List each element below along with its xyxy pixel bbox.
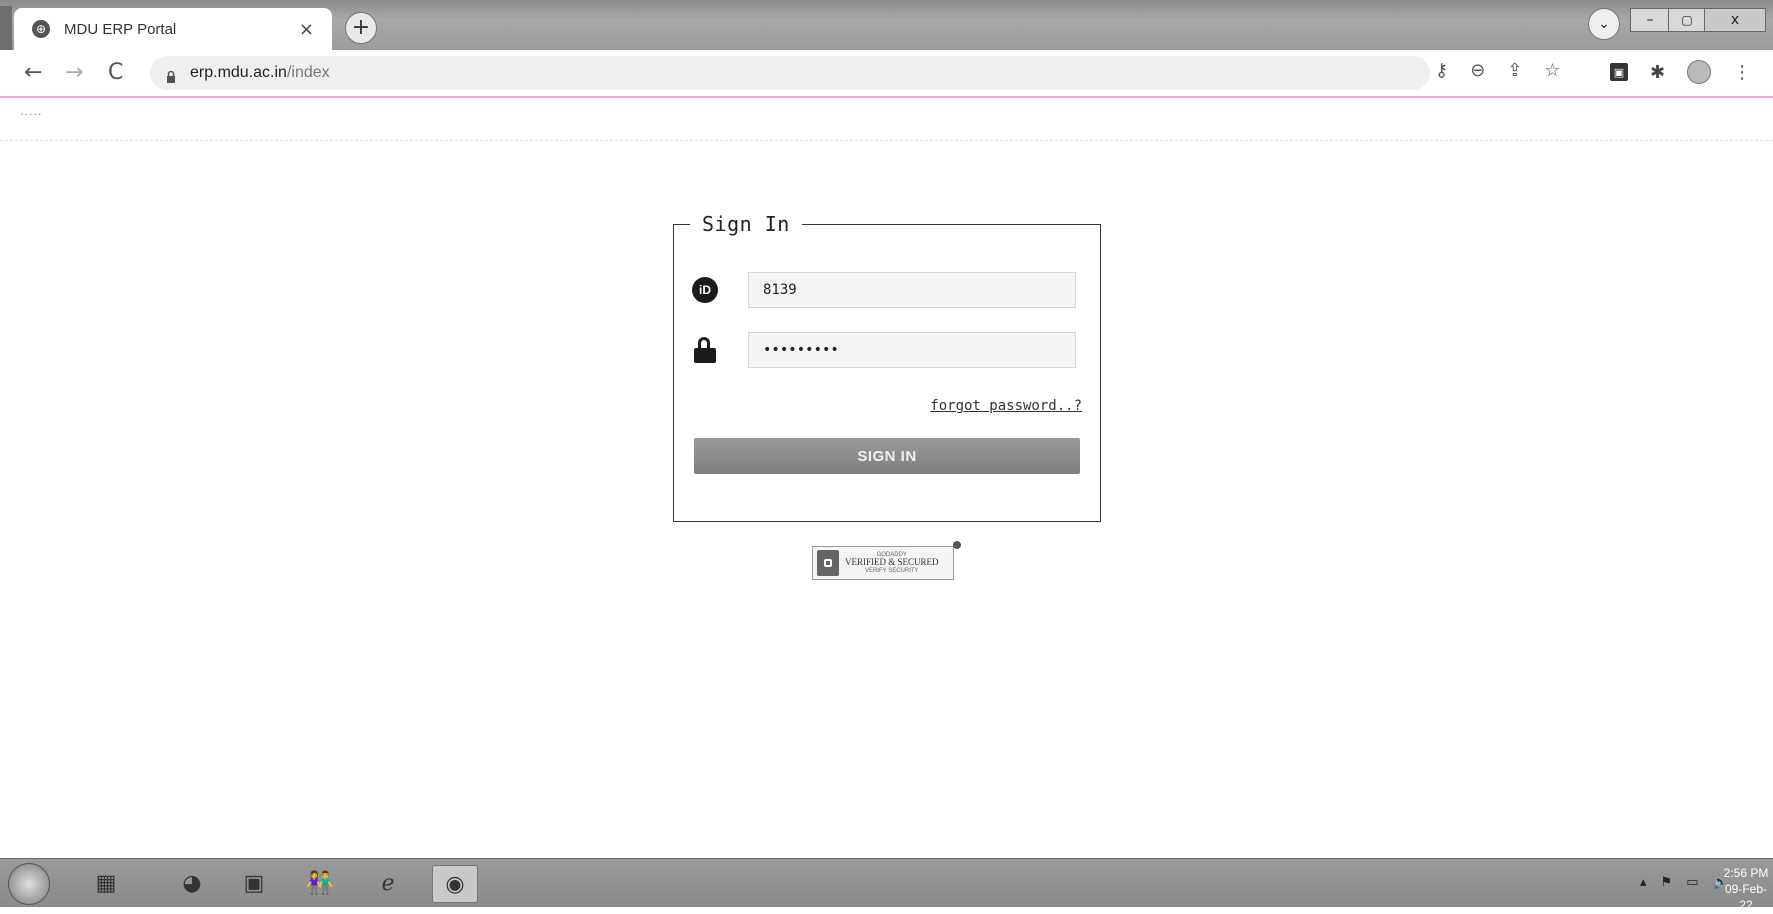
- badge-bottom-line: VERIFY SECURITY: [864, 567, 919, 574]
- reload-button[interactable]: C: [108, 60, 123, 85]
- edge-icon[interactable]: ◕: [170, 865, 214, 901]
- windows-taskbar: ▦ ◕ ▣ 👫 ℯ ◉ ▴ ⚑ ▭ 🔈 2:56 PM 09-Feb-22: [0, 858, 1773, 912]
- file-explorer-icon[interactable]: ▦: [84, 865, 128, 901]
- url-domain: erp.mdu.ac.in: [190, 64, 287, 81]
- chrome-icon[interactable]: ◉: [432, 865, 478, 903]
- registered-mark-icon: [953, 541, 961, 549]
- clock-time: 2:56 PM: [1723, 866, 1769, 880]
- puzzle-extensions-icon[interactable]: ✱: [1650, 62, 1665, 83]
- share-icon[interactable]: ⇪: [1507, 60, 1522, 81]
- username-row: iD: [692, 272, 1076, 308]
- star-icon[interactable]: ☆: [1544, 60, 1560, 81]
- browser-toolbar: ← → C erp.mdu.ac.in/index ⚷ ⊖ ⇪ ☆ ▣ ✱ ⋮: [0, 50, 1773, 98]
- url-path: /index: [286, 64, 330, 81]
- omnibox-actions: ⚷ ⊖ ⇪ ☆: [1435, 60, 1561, 81]
- extension-area: ▣ ✱ ⋮: [1610, 60, 1751, 84]
- clock-date: 09-Feb-22: [1724, 882, 1768, 913]
- window-maximize-button[interactable]: ▢: [1668, 8, 1706, 32]
- tab-strip-edge: [0, 6, 12, 50]
- profile-avatar[interactable]: [1687, 60, 1712, 84]
- lock-icon[interactable]: [166, 68, 176, 83]
- verified-secured-badge[interactable]: GODADDY VERIFIED & SECURED VERIFY SECURI…: [812, 541, 961, 580]
- security-shield-icon: [817, 550, 839, 576]
- sign-in-legend: Sign In: [702, 212, 790, 236]
- start-button[interactable]: [8, 863, 50, 905]
- system-tray: ▴ ⚑ ▭ 🔈: [1640, 875, 1729, 890]
- url-text: erp.mdu.ac.in/index: [190, 64, 330, 82]
- media-player-icon[interactable]: ▣: [232, 865, 276, 901]
- taskbar-clock[interactable]: 2:56 PM 09-Feb-22: [1722, 865, 1770, 914]
- forgot-password-link[interactable]: forgot password..?: [930, 398, 1082, 414]
- globe-favicon-icon: ⊕: [32, 20, 50, 38]
- window-close-button[interactable]: x: [1704, 8, 1766, 32]
- pdf-extension-icon[interactable]: ▣: [1610, 63, 1628, 81]
- padlock-icon: [692, 337, 718, 363]
- address-bar[interactable]: erp.mdu.ac.in/index: [150, 56, 1430, 90]
- page-divider: [0, 140, 1773, 141]
- new-tab-button[interactable]: +: [345, 12, 377, 44]
- tab-close-icon[interactable]: ×: [299, 19, 314, 40]
- key-icon[interactable]: ⚷: [1435, 60, 1448, 81]
- password-input[interactable]: [748, 332, 1076, 368]
- tab-title: MDU ERP Portal: [64, 20, 177, 38]
- tab-search-button[interactable]: ⌄: [1588, 8, 1620, 40]
- username-input[interactable]: [748, 272, 1076, 308]
- sign-in-button[interactable]: SIGN IN: [694, 438, 1080, 474]
- people-icon[interactable]: 👫: [298, 865, 342, 901]
- id-badge-icon: iD: [692, 277, 718, 303]
- zoom-out-icon[interactable]: ⊖: [1470, 60, 1485, 81]
- forward-button[interactable]: →: [65, 60, 83, 85]
- window-minimize-button[interactable]: –: [1630, 8, 1670, 32]
- page-header-dots: ·····: [20, 108, 43, 121]
- kebab-menu-icon[interactable]: ⋮: [1733, 62, 1751, 83]
- internet-explorer-icon[interactable]: ℯ: [366, 865, 410, 901]
- flag-icon[interactable]: ⚑: [1661, 875, 1673, 890]
- password-row: [692, 332, 1076, 368]
- badge-main-line: VERIFIED & SECURED: [845, 557, 939, 568]
- badge-text: GODADDY VERIFIED & SECURED VERIFY SECURI…: [845, 552, 939, 574]
- back-button[interactable]: ←: [24, 60, 42, 85]
- sign-in-panel: Sign In iD forgot password..? SIGN IN: [673, 212, 1101, 522]
- browser-tab[interactable]: ⊕ MDU ERP Portal ×: [14, 8, 332, 50]
- browser-tab-strip: ⊕ MDU ERP Portal × + ⌄ – ▢ x: [0, 0, 1773, 50]
- network-icon[interactable]: ▭: [1686, 875, 1698, 890]
- show-hidden-icon[interactable]: ▴: [1640, 875, 1647, 890]
